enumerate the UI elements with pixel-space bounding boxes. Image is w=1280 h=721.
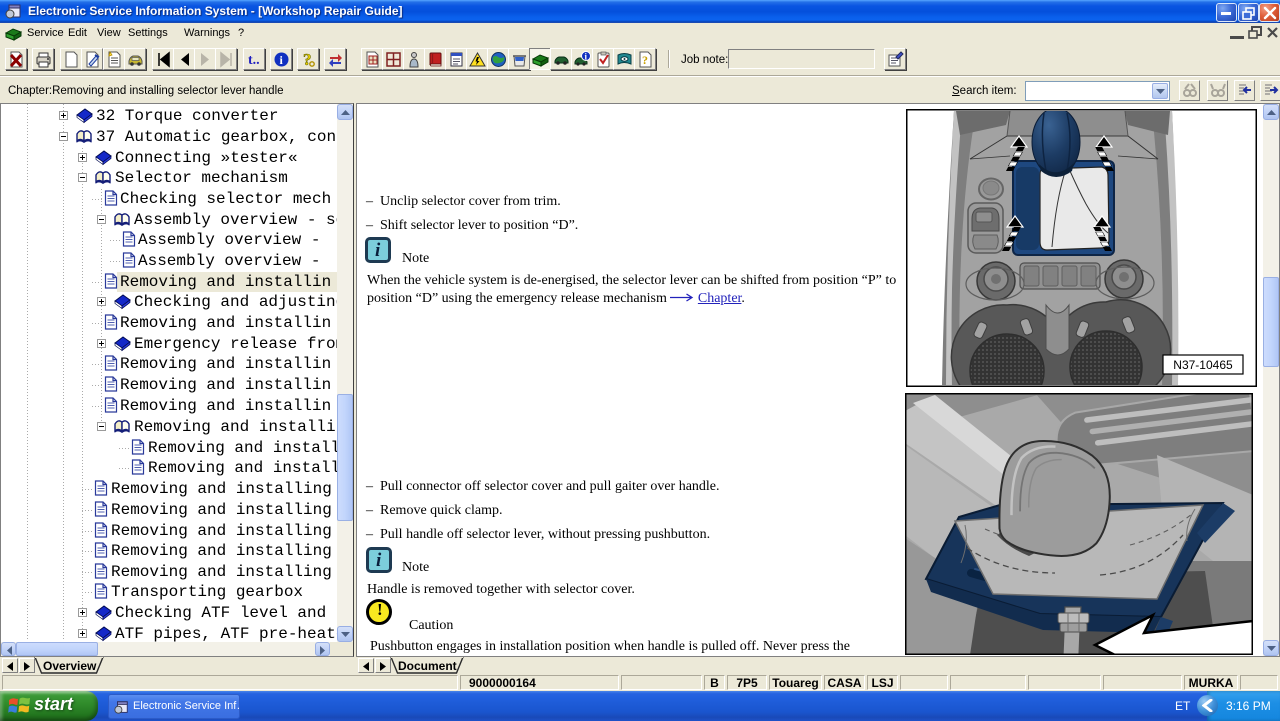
svg-text:N37-10465: N37-10465 <box>1173 358 1233 372</box>
svg-text:t..: t.. <box>248 53 260 68</box>
svg-text:?: ? <box>642 53 648 67</box>
